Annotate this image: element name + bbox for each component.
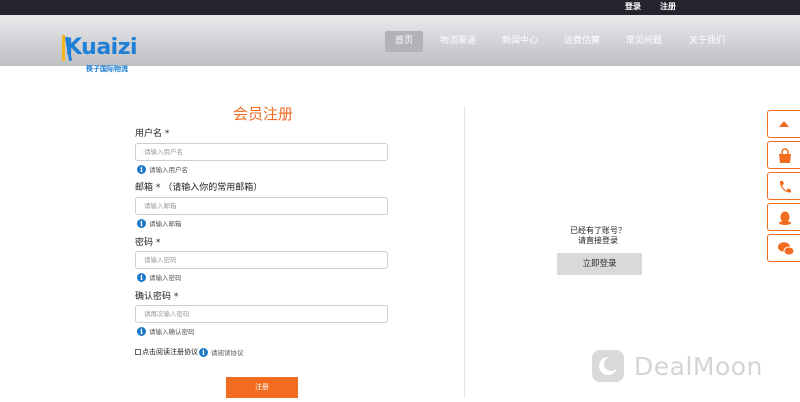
- info-icon: i: [137, 164, 146, 174]
- confirm-password-label: 确认密码 *: [135, 292, 179, 302]
- info-icon: i: [137, 326, 146, 336]
- up-arrow-icon: [779, 121, 789, 127]
- top-register-link[interactable]: 注册: [660, 1, 676, 12]
- username-input[interactable]: 请输入用户名: [135, 143, 388, 161]
- agreement-label[interactable]: 点击阅读注册协议: [142, 348, 198, 356]
- nav-item-faq[interactable]: 常见问题: [622, 31, 666, 52]
- dealmoon-watermark: DealMoon: [590, 348, 762, 388]
- nav-item-news[interactable]: 新闻中心: [498, 31, 542, 52]
- nav-item-shipping-estimate[interactable]: 运费估算: [560, 31, 604, 52]
- page-title: 会员注册: [233, 105, 294, 123]
- nav-item-channels[interactable]: 物流渠道: [436, 31, 480, 52]
- password-hint: i 请输入密码: [137, 272, 182, 282]
- email-hint: i 请输入邮箱: [137, 218, 182, 228]
- agreement-hint: i 请阅读协议: [199, 347, 244, 357]
- agreement-checkbox-row[interactable]: 点击阅读注册协议: [135, 347, 198, 357]
- email-input[interactable]: 请输入邮箱: [135, 197, 388, 215]
- agreement-checkbox[interactable]: [135, 349, 141, 355]
- wechat-icon: [778, 242, 795, 256]
- watermark-text: DealMoon: [634, 352, 763, 381]
- nav-item-about[interactable]: 关于我们: [685, 31, 729, 52]
- username-hint: i 请输入用户名: [137, 164, 188, 174]
- confirm-password-hint: i 请输入确认密码: [137, 326, 195, 336]
- logo[interactable]: Kuaizi 筷子国际物流: [58, 35, 148, 75]
- dealmoon-logo-icon: [592, 350, 624, 382]
- login-now-button[interactable]: 立即登录: [557, 253, 642, 275]
- column-divider: [464, 106, 465, 398]
- email-label: 邮箱 * （请输入你的常用邮箱）: [135, 183, 263, 193]
- wechat-button[interactable]: [767, 234, 800, 262]
- info-icon: i: [137, 272, 146, 282]
- logo-subtitle: 筷子国际物流: [86, 65, 128, 73]
- shop-button[interactable]: [767, 141, 800, 169]
- top-login-link[interactable]: 登录: [625, 1, 641, 12]
- phone-icon: [779, 181, 791, 193]
- register-button[interactable]: 注册: [226, 377, 298, 398]
- login-directly-text: 请直接登录: [578, 236, 618, 245]
- password-input[interactable]: 请输入密码: [135, 251, 388, 269]
- info-icon: i: [199, 347, 208, 357]
- nav-item-home[interactable]: 首页: [385, 31, 423, 52]
- confirm-password-input[interactable]: 请再次输入密码: [135, 305, 388, 323]
- top-bar: 登录 注册: [0, 0, 800, 15]
- qq-button[interactable]: [767, 203, 800, 231]
- password-label: 密码 *: [135, 238, 161, 248]
- phone-button[interactable]: [767, 172, 800, 200]
- logo-word: Kuaizi: [65, 35, 138, 60]
- username-label: 用户名 *: [135, 129, 170, 139]
- back-to-top-button[interactable]: [767, 110, 800, 138]
- qq-icon: [779, 211, 791, 225]
- shopping-bag-icon: [779, 148, 791, 163]
- info-icon: i: [137, 218, 146, 228]
